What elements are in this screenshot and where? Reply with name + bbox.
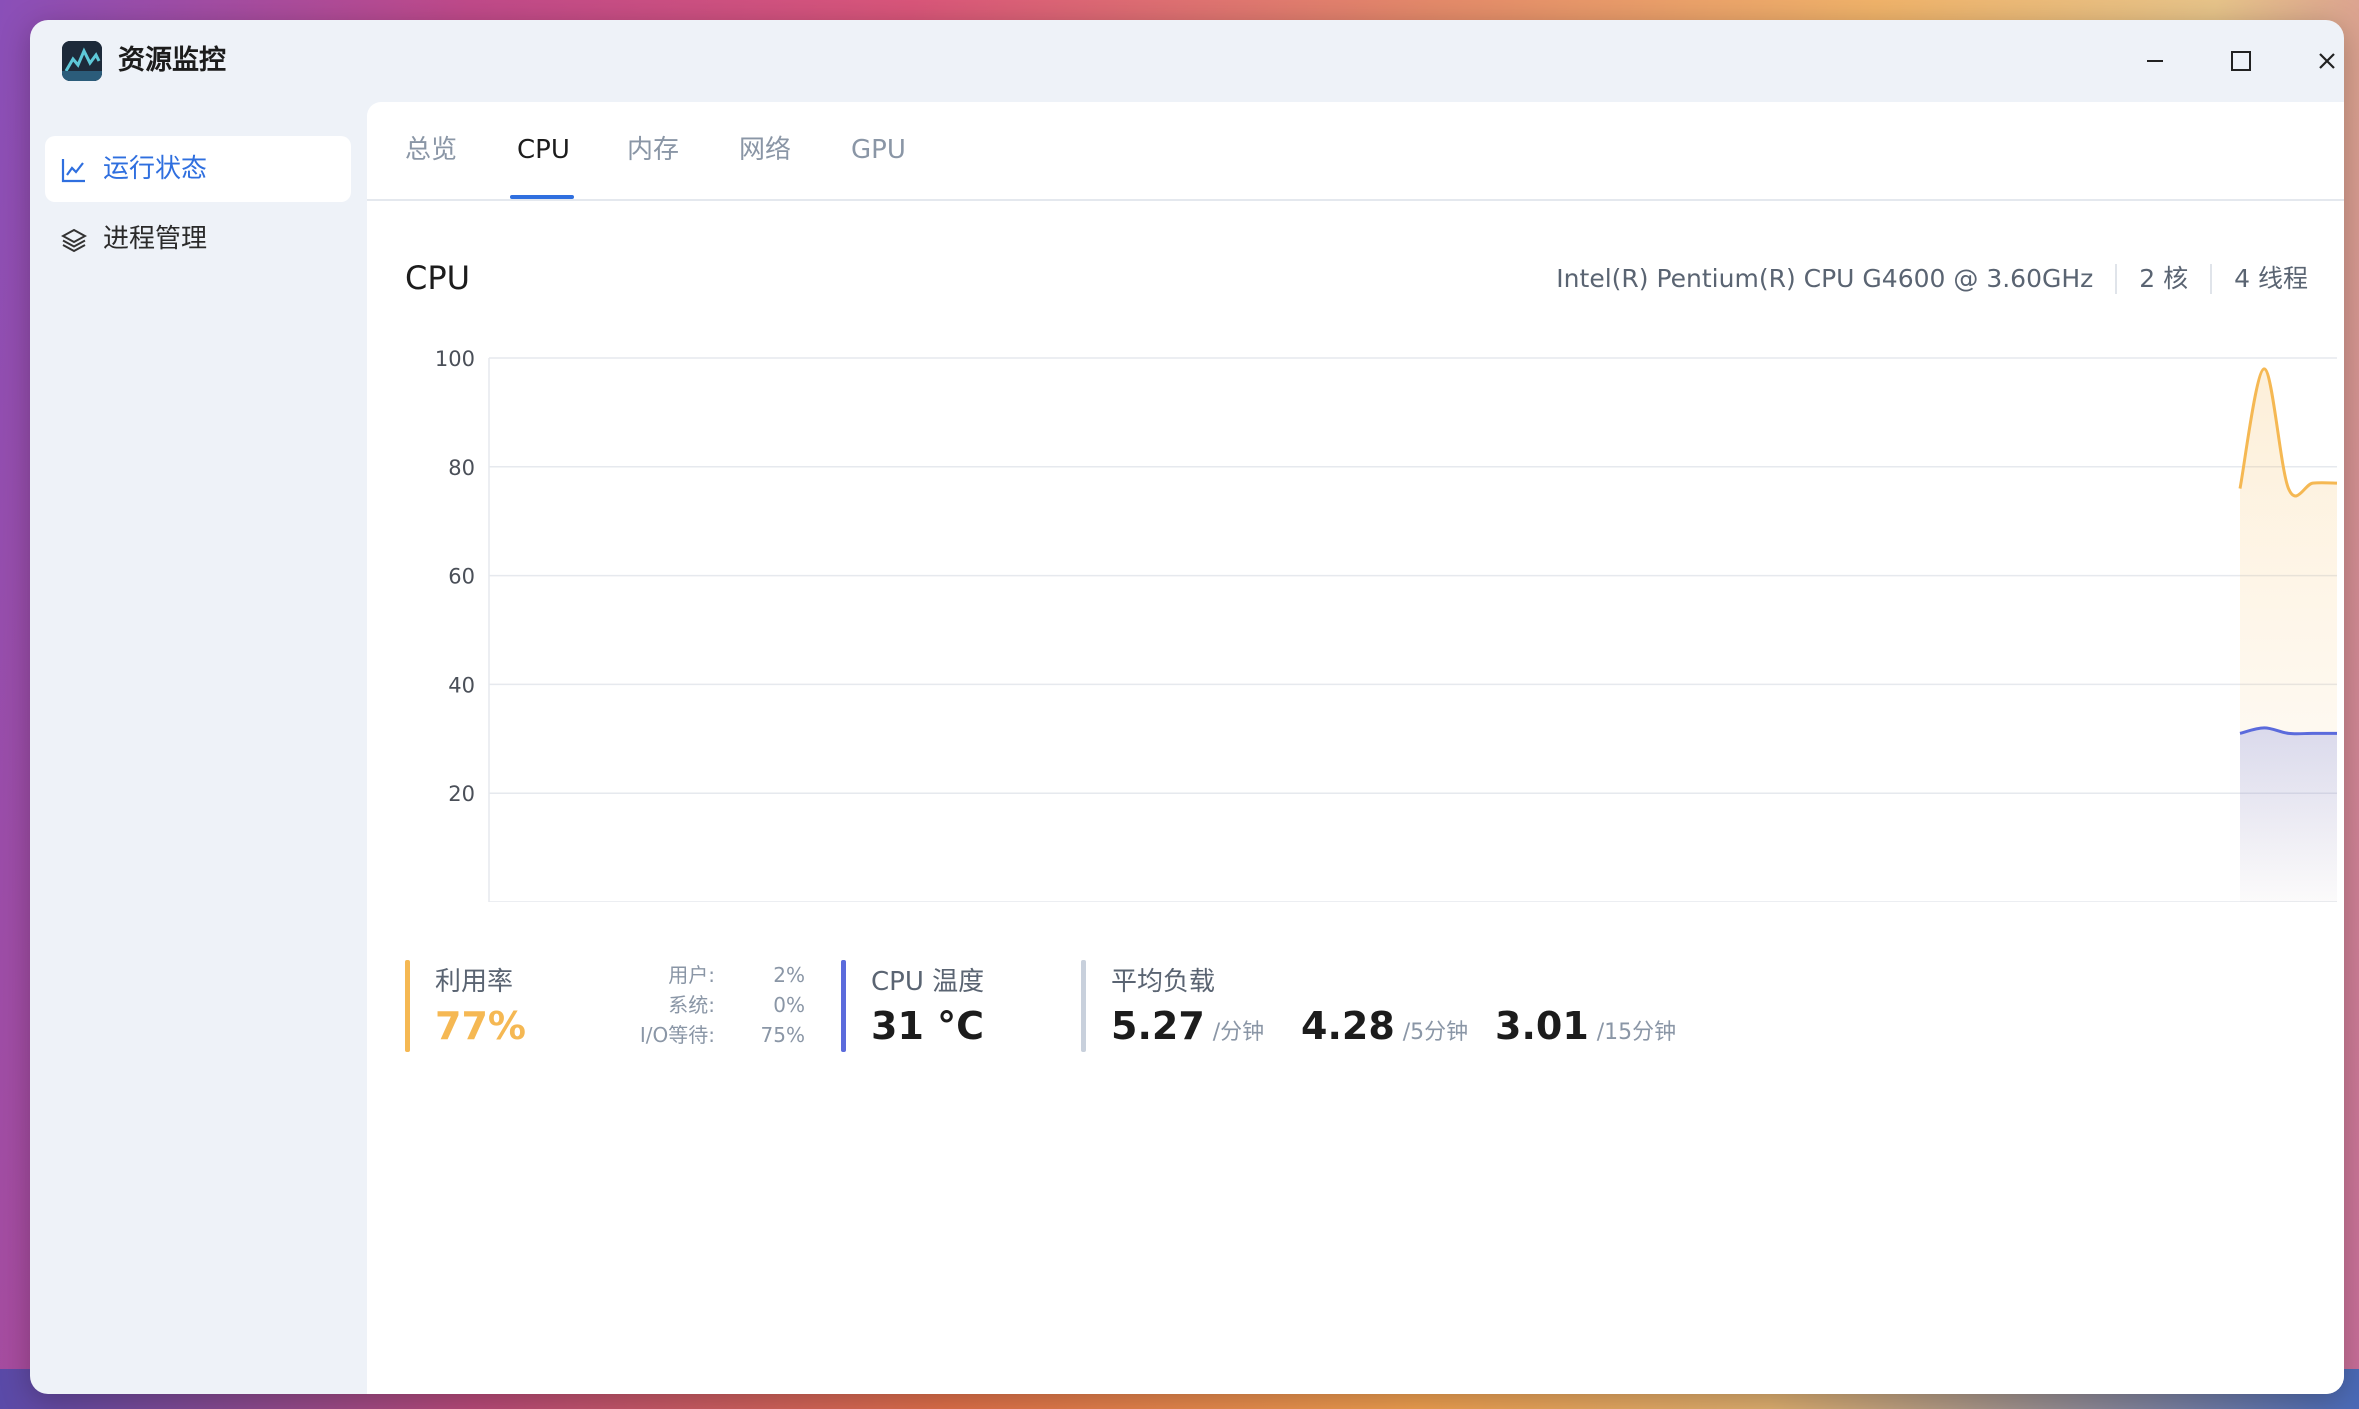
sidebar-item-processes[interactable]: 进程管理 [45,206,351,272]
utilization-label: 利用率 [435,967,514,997]
stats-row: 利用率 77% 用户: 2% 系统: 0% I/O等待: 75% CPU 温度 … [405,960,2344,1052]
series-area [2240,727,2337,902]
y-tick-label: 60 [448,565,475,589]
sidebar: 运行状态 进程管理 [30,102,367,1394]
maximize-button[interactable] [2216,38,2266,84]
layers-icon [61,228,87,253]
breakdown-value: 75% [760,1023,805,1047]
utilization-value: 77% [435,1004,526,1048]
cpu-usage-chart: 100 80 60 40 20 [435,347,2338,902]
breakdown-value: 0% [773,993,805,1017]
close-icon [2319,53,2335,69]
title-bar: 资源监控 [30,20,2344,102]
minimize-button[interactable] [2130,38,2180,84]
breakdown-value: 2% [773,963,805,987]
load-5min: 4.28/5分钟 [1301,1002,1468,1057]
y-tick-label: 100 [435,347,475,371]
load-unit: /分钟 [1212,1020,1265,1045]
load-unit: /5分钟 [1402,1020,1469,1045]
temperature-stat: CPU 温度 31 °C [841,960,1041,1052]
temperature-label: CPU 温度 [871,967,985,997]
minimize-icon [2147,60,2163,62]
load-label: 平均负载 [1111,967,1216,997]
load-unit: /15分钟 [1596,1020,1677,1045]
y-tick-label: 40 [448,673,475,697]
utilization-color-bar [405,960,410,1052]
sidebar-item-label: 运行状态 [103,154,208,184]
sidebar-item-status[interactable]: 运行状态 [45,136,351,202]
load-color-bar [1081,960,1086,1052]
load-value: 5.27 [1111,1004,1205,1048]
line-chart-icon [61,159,85,183]
breakdown-label: 用户: [668,963,715,987]
load-value: 3.01 [1495,1004,1589,1048]
app-logo-icon [62,41,102,81]
sidebar-item-label: 进程管理 [103,224,208,254]
load-15min: 3.01/15分钟 [1495,1002,1676,1057]
temperature-value: 31 °C [871,1004,984,1048]
close-button[interactable] [2302,38,2344,84]
y-tick-label: 20 [448,782,475,806]
maximize-icon [2231,51,2251,71]
app-title: 资源监控 [118,45,226,76]
temperature-color-bar [841,960,846,1052]
app-window: 资源监控 运行状态 进程管理 总览 CPU 内存 网络 GPU CPU Inte… [30,20,2344,1394]
y-tick-label: 80 [448,456,475,480]
load-average-stat: 平均负载 5.27/分钟 4.28/5分钟 3.01/15分钟 [1081,960,1781,1052]
load-value: 4.28 [1301,1004,1395,1048]
main-content: 总览 CPU 内存 网络 GPU CPU Intel(R) Pentium(R)… [367,102,2344,1394]
breakdown-label: 系统: [668,993,715,1017]
load-1min: 5.27/分钟 [1111,1002,1264,1057]
breakdown-label: I/O等待: [639,1023,715,1047]
